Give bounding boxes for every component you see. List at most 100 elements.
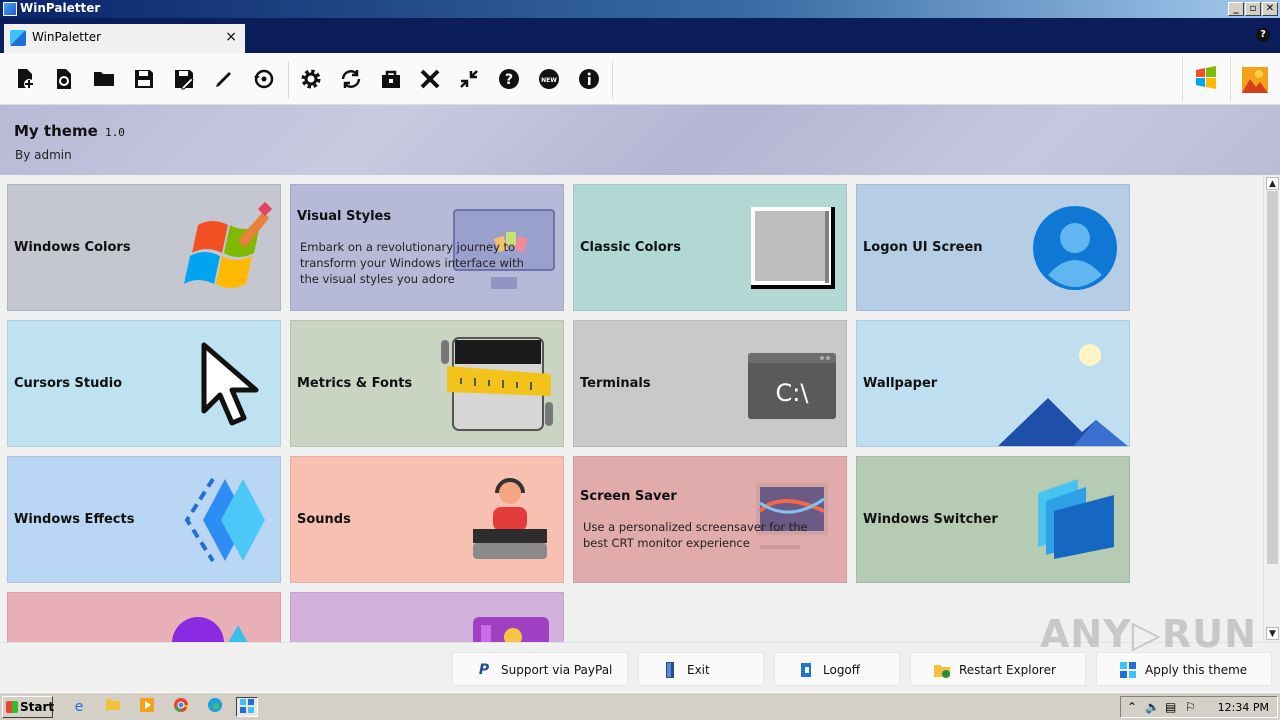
scroll-down-icon[interactable]: ▼ xyxy=(1266,627,1279,640)
start-label: Start xyxy=(20,700,55,714)
save-as-icon[interactable] xyxy=(172,67,196,91)
action-center-flag-icon[interactable]: ⚐ xyxy=(1185,700,1196,714)
winpaletter-taskbar-icon[interactable] xyxy=(236,697,258,717)
card-extra-1[interactable] xyxy=(7,592,281,642)
theme-name: My theme xyxy=(14,122,98,140)
explorer-restart-icon xyxy=(933,661,951,679)
refresh-icon[interactable] xyxy=(339,67,363,91)
tab-winpaletter[interactable]: WinPaletter × xyxy=(4,24,245,53)
toolbar: ? NEW xyxy=(0,53,1280,105)
toolbar-separator xyxy=(288,61,289,99)
taskbar: Start e ⌃ 🔈 ▤ ⚐ 12:34 PM xyxy=(0,692,1280,720)
features-grid: Windows Colors Visual Styles Embark on a… xyxy=(0,175,1263,642)
media-player-icon[interactable] xyxy=(136,697,158,717)
clock[interactable]: 12:34 PM xyxy=(1218,701,1269,714)
whats-new-icon[interactable]: NEW xyxy=(537,67,561,91)
window-titlebar: WinPaletter _ ▫ ✕ xyxy=(0,0,1280,18)
paypal-icon: P xyxy=(478,662,490,678)
user-icon xyxy=(1033,206,1117,290)
watermark-text: ANY▷RUN xyxy=(1040,612,1257,656)
minimize-button[interactable]: _ xyxy=(1228,2,1244,16)
new-theme-icon[interactable] xyxy=(13,67,37,91)
card-terminals[interactable]: Terminals C:\ xyxy=(573,320,847,447)
card-visual-styles[interactable]: Visual Styles Embark on a revolutionary … xyxy=(290,184,564,311)
card-title: Cursors Studio xyxy=(14,376,123,391)
winpaletter-icon xyxy=(10,30,26,46)
chrome-icon[interactable] xyxy=(170,697,192,717)
window-switcher-icon xyxy=(1038,479,1114,559)
start-button[interactable]: Start xyxy=(2,696,55,718)
save-icon[interactable] xyxy=(132,67,156,91)
open-folder-icon[interactable] xyxy=(92,67,116,91)
support-paypal-button[interactable]: P Support via PayPal xyxy=(452,652,628,686)
edge-icon[interactable] xyxy=(204,697,226,717)
card-wallpaper[interactable]: Wallpaper xyxy=(856,320,1130,447)
classic-colors-icon xyxy=(751,207,835,289)
file-explorer-icon[interactable] xyxy=(102,697,124,717)
help-circle-icon[interactable]: ? xyxy=(497,67,521,91)
tab-close-button[interactable]: × xyxy=(225,29,237,45)
tools-icon[interactable] xyxy=(418,67,442,91)
restart-explorer-button[interactable]: Restart Explorer xyxy=(910,652,1086,686)
button-label: Restart Explorer xyxy=(959,663,1056,677)
tray-expand-icon[interactable]: ⌃ xyxy=(1127,700,1137,714)
restore-icon[interactable] xyxy=(252,67,276,91)
card-title: Logon UI Screen xyxy=(863,240,983,255)
card-title: Visual Styles xyxy=(297,209,392,224)
app-icon xyxy=(3,2,17,16)
info-icon[interactable] xyxy=(577,67,601,91)
button-label: Apply this theme xyxy=(1145,663,1248,677)
card-title: Classic Colors xyxy=(580,240,681,255)
card-description: Use a personalized screensaver for the b… xyxy=(583,520,808,550)
apply-theme-icon xyxy=(1119,661,1137,679)
card-extra-2[interactable] xyxy=(290,592,564,642)
edit-icon[interactable] xyxy=(212,67,236,91)
wallpaper-mountain-icon xyxy=(998,344,1128,446)
store-icon[interactable] xyxy=(379,67,403,91)
settings-icon[interactable] xyxy=(299,67,323,91)
card-sounds[interactable]: Sounds xyxy=(290,456,564,583)
maximize-button[interactable]: ▫ xyxy=(1245,2,1261,16)
card-logon-ui[interactable]: Logon UI Screen xyxy=(856,184,1130,311)
sounds-dj-icon xyxy=(473,478,547,559)
card-metrics-fonts[interactable]: Metrics & Fonts xyxy=(290,320,564,447)
volume-icon[interactable]: 🔈 xyxy=(1145,700,1160,714)
card-windows-colors[interactable]: Windows Colors xyxy=(7,184,281,311)
vertical-scrollbar[interactable]: ▲ ▼ xyxy=(1263,175,1280,642)
button-label: Support via PayPal xyxy=(501,663,613,677)
toolbar-separator xyxy=(612,61,613,99)
internet-explorer-icon[interactable]: e xyxy=(68,697,90,717)
exit-button[interactable]: Exit xyxy=(638,652,764,686)
card-cursors-studio[interactable]: Cursors Studio xyxy=(7,320,281,447)
card-title: Sounds xyxy=(297,512,351,527)
button-label: Logoff xyxy=(823,663,861,677)
scroll-thumb[interactable] xyxy=(1267,191,1278,564)
windows-flag-icon xyxy=(6,701,18,713)
card-windows-switcher[interactable]: Windows Switcher xyxy=(856,456,1130,583)
theme-author: By admin xyxy=(15,148,72,162)
logoff-button[interactable]: Logoff xyxy=(774,652,900,686)
shapes-icon xyxy=(172,617,248,642)
card-title: Windows Colors xyxy=(14,240,131,255)
terminal-icon: C:\ xyxy=(748,353,836,419)
windows-colors-icon xyxy=(184,201,273,288)
reload-icon[interactable] xyxy=(52,67,76,91)
tab-bar: WinPaletter × ? xyxy=(0,18,1280,53)
card-screen-saver[interactable]: Screen Saver Use a personalized screensa… xyxy=(573,456,847,583)
wallpaper-preview-icon[interactable] xyxy=(1230,56,1276,102)
card-title: Windows Effects xyxy=(14,512,135,527)
help-icon[interactable]: ? xyxy=(1256,28,1270,42)
logoff-icon xyxy=(797,661,815,679)
windows-version-icon[interactable] xyxy=(1182,56,1228,102)
collapse-icon[interactable] xyxy=(457,67,481,91)
apply-theme-button[interactable]: Apply this theme xyxy=(1096,652,1272,686)
card-windows-effects[interactable]: Windows Effects xyxy=(7,456,281,583)
card-classic-colors[interactable]: Classic Colors xyxy=(573,184,847,311)
window-title: WinPaletter xyxy=(20,1,101,15)
scroll-up-icon[interactable]: ▲ xyxy=(1266,177,1279,190)
card-title: Wallpaper xyxy=(863,376,938,391)
close-window-button[interactable]: ✕ xyxy=(1262,2,1278,16)
tab-label: WinPaletter xyxy=(32,30,102,44)
card-title: Windows Switcher xyxy=(863,512,998,527)
network-icon[interactable]: ▤ xyxy=(1165,700,1176,714)
